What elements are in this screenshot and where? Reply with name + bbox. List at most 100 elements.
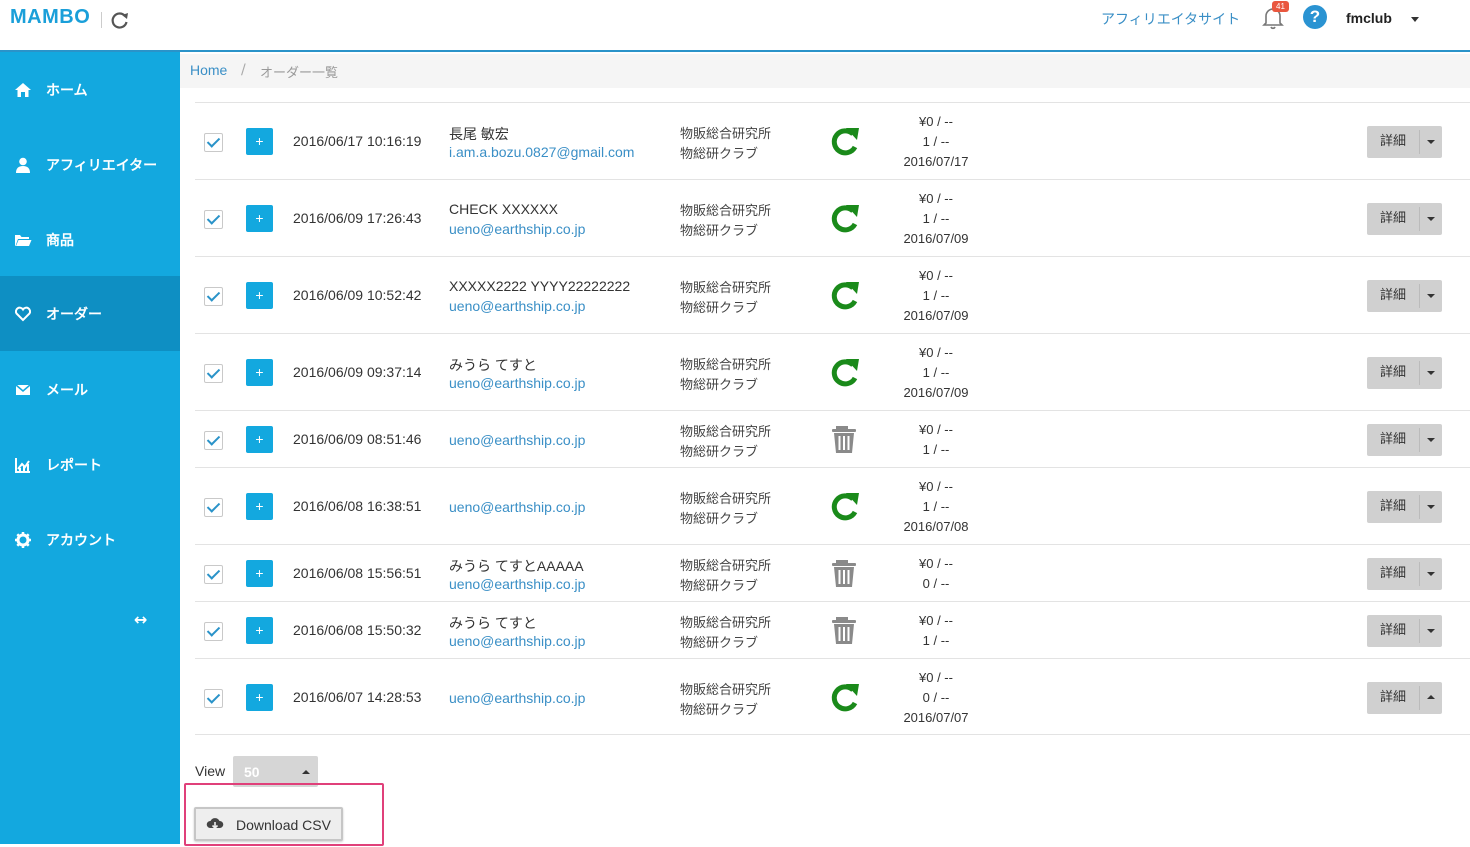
affiliate-site-link[interactable]: アフィリエイタサイト [1101,9,1240,29]
sidebar-item-orders[interactable]: オーダー [0,276,180,351]
sidebar-item-account[interactable]: アカウント [0,502,180,577]
detail-label: 詳細 [1379,431,1406,447]
club-name: 物総研クラブ [680,223,759,239]
detail-label: 詳細 [1379,364,1406,380]
chevron-down-icon[interactable] [1427,571,1435,576]
help-icon[interactable]: ? [1303,5,1327,29]
row-checkbox[interactable] [204,132,223,152]
detail-button[interactable]: 詳細 [1367,557,1442,590]
chevron-down-icon[interactable] [1427,139,1435,144]
chevron-up-icon[interactable] [1427,694,1435,699]
detail-label: 詳細 [1379,622,1406,638]
customer-name: CHECK XXXXXX [449,200,558,217]
customer-email-link[interactable]: ueno@earthship.co.jp [449,690,585,706]
refresh-icon[interactable] [827,125,861,159]
expand-row-button[interactable]: + [246,492,273,520]
detail-button[interactable]: 詳細 [1367,202,1442,235]
detail-label: 詳細 [1379,498,1406,514]
detail-button[interactable]: 詳細 [1367,125,1442,158]
row-checkbox[interactable] [204,286,223,306]
amount-value: ¥0 / -- [919,267,953,283]
row-checkbox[interactable] [204,621,223,641]
trash-icon[interactable] [827,423,861,457]
refresh-icon[interactable] [827,279,861,313]
chevron-down-icon[interactable] [1427,504,1435,509]
customer-email-link[interactable]: ueno@earthship.co.jp [449,576,585,592]
next-date: 2016/07/07 [903,709,969,725]
refresh-icon[interactable] [827,356,861,390]
user-menu[interactable]: fmclub [1346,10,1392,26]
detail-button[interactable]: 詳細 [1367,681,1442,714]
row-checkbox[interactable] [204,688,223,708]
expand-row-button[interactable]: + [246,358,273,386]
expand-row-button[interactable]: + [246,616,273,644]
row-checkbox[interactable] [204,564,223,584]
chevron-down-icon[interactable] [1411,17,1419,22]
expand-row-button[interactable]: + [246,683,273,711]
shop-name: 物販総合研究所 [680,682,772,698]
amount-value: ¥0 / -- [919,344,953,360]
gear-icon [15,531,31,548]
customer-email-link[interactable]: ueno@earthship.co.jp [449,432,585,448]
detail-button[interactable]: 詳細 [1367,614,1442,647]
row-checkbox[interactable] [204,209,223,229]
refresh-icon[interactable] [827,202,861,236]
customer-email-link[interactable]: ueno@earthship.co.jp [449,499,585,515]
detail-label: 詳細 [1379,689,1406,705]
expand-row-button[interactable]: + [246,281,273,309]
expand-row-button[interactable]: + [246,204,273,232]
shop-name: 物販総合研究所 [680,558,772,574]
button-divider [1419,206,1420,231]
chart-icon [15,457,30,473]
sidebar-item-mail[interactable]: メール [0,352,180,427]
sidebar-collapse-toggle[interactable]: ↔ [134,610,147,629]
shop-name: 物販総合研究所 [680,126,772,142]
customer-name: XXXXX2222 YYYY22222222 [449,277,631,294]
chevron-down-icon[interactable] [1427,370,1435,375]
refresh-icon[interactable] [827,681,861,715]
chevron-down-icon[interactable] [1427,437,1435,442]
sidebar: ホーム アフィリエイター 商品 オーダー メール レポート アカウント ↔ [0,52,180,844]
expand-row-button[interactable]: + [246,559,273,587]
refresh-icon[interactable] [110,10,130,30]
user-icon [16,157,30,173]
count-value: 1 / -- [922,632,950,648]
customer-email-link[interactable]: ueno@earthship.co.jp [449,298,585,314]
detail-button[interactable]: 詳細 [1367,490,1442,523]
sidebar-item-products[interactable]: 商品 [0,202,180,277]
row-checkbox[interactable] [204,430,223,450]
detail-button[interactable]: 詳細 [1367,279,1442,312]
expand-row-button[interactable]: + [246,127,273,155]
sidebar-item-label: アカウント [46,532,116,549]
refresh-icon[interactable] [827,490,861,524]
trash-icon[interactable] [827,557,861,591]
sidebar-item-affiliators[interactable]: アフィリエイター [0,127,180,202]
order-date: 2016/06/08 15:56:51 [293,564,422,581]
app-logo[interactable]: MAMBO [10,6,90,29]
sidebar-item-report[interactable]: レポート [0,427,180,502]
customer-email-link[interactable]: ueno@earthship.co.jp [449,633,585,649]
chevron-down-icon[interactable] [1427,216,1435,221]
detail-button[interactable]: 詳細 [1367,356,1442,389]
row-checkbox[interactable] [204,363,223,383]
sidebar-item-home[interactable]: ホーム [0,52,180,127]
count-value: 0 / -- [922,575,950,591]
chevron-down-icon[interactable] [1427,293,1435,298]
shop-name: 物販総合研究所 [680,491,772,507]
expand-row-button[interactable]: + [246,425,273,453]
customer-email-link[interactable]: ueno@earthship.co.jp [449,375,585,391]
amount-value: ¥0 / -- [919,669,953,685]
breadcrumb-home[interactable]: Home [190,62,227,78]
chevron-down-icon[interactable] [1427,628,1435,633]
download-csv-button[interactable]: Download CSV [194,807,343,841]
sidebar-item-label: メール [46,382,88,399]
folder-icon [15,234,32,246]
trash-icon[interactable] [827,614,861,648]
club-name: 物総研クラブ [680,377,759,393]
row-checkbox[interactable] [204,497,223,517]
shop-name: 物販総合研究所 [680,424,772,440]
customer-email-link[interactable]: ueno@earthship.co.jp [449,221,585,237]
detail-button[interactable]: 詳細 [1367,423,1442,456]
count-value: 0 / -- [922,689,950,705]
customer-email-link[interactable]: i.am.a.bozu.0827@gmail.com [449,144,634,160]
